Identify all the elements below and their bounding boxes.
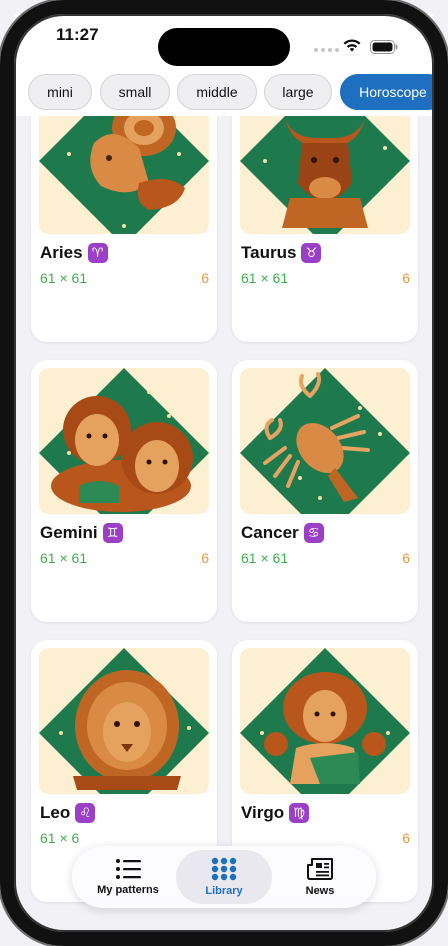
pattern-title: Taurus ♉ xyxy=(241,243,322,263)
pattern-grid: Aries ♈ 61 × 61 6 Taurus ♉ 61 × 61 6 Gem… xyxy=(14,116,434,932)
status-time: 11:27 xyxy=(56,25,99,44)
list-icon xyxy=(116,859,141,879)
pattern-thumbnail-taurus xyxy=(240,116,410,234)
gemini-zodiac-icon: ♊ xyxy=(102,523,123,543)
filter-chip-horoscope[interactable]: Horoscope xyxy=(340,74,434,110)
pattern-thumbnail-cancer xyxy=(240,368,410,514)
battery-icon xyxy=(370,40,398,54)
pattern-color-count: 6 xyxy=(402,830,410,846)
pattern-title: Leo ♌ xyxy=(40,803,96,823)
pattern-card-cancer[interactable]: Cancer ♋ 61 × 61 6 xyxy=(232,360,418,622)
virgo-zodiac-icon: ♍ xyxy=(289,803,310,823)
pattern-thumbnail-gemini xyxy=(39,368,209,514)
pattern-title: Virgo ♍ xyxy=(241,803,310,823)
pattern-name: Leo xyxy=(40,803,71,822)
pattern-name: Cancer xyxy=(241,523,299,542)
pattern-dimensions: 61 × 61 xyxy=(40,550,88,566)
pattern-title: Cancer ♋ xyxy=(241,523,324,543)
signal-icon xyxy=(314,48,339,52)
pattern-name: Aries xyxy=(40,243,83,262)
wifi-icon xyxy=(343,39,361,52)
pattern-name: Virgo xyxy=(241,803,285,822)
filter-chip-middle[interactable]: middle xyxy=(177,74,257,110)
dynamic-island xyxy=(158,28,290,66)
size-filter-bar: mini small middle large Horoscope xyxy=(14,72,434,116)
pattern-name: Gemini xyxy=(40,523,98,542)
pattern-color-count: 6 xyxy=(402,270,410,286)
tab-news[interactable]: News xyxy=(272,850,368,904)
pattern-thumbnail-aries xyxy=(39,116,209,234)
tab-label: News xyxy=(305,885,335,897)
pattern-thumbnail-leo xyxy=(39,648,209,794)
pattern-card-aries[interactable]: Aries ♈ 61 × 61 6 xyxy=(31,116,217,342)
pattern-name: Taurus xyxy=(241,243,297,262)
pattern-title: Gemini ♊ xyxy=(40,523,123,543)
pattern-color-count: 6 xyxy=(201,270,209,286)
tab-label: My patterns xyxy=(97,884,159,896)
filter-chip-mini[interactable]: mini xyxy=(28,74,92,110)
newspaper-icon xyxy=(307,858,333,880)
taurus-zodiac-icon: ♉ xyxy=(301,243,322,263)
pattern-thumbnail-virgo xyxy=(240,648,410,794)
pattern-dimensions: 61 × 61 xyxy=(40,270,88,286)
filter-chip-large[interactable]: large xyxy=(264,74,332,110)
pattern-color-count: 6 xyxy=(201,550,209,566)
leo-zodiac-icon: ♌ xyxy=(75,803,96,823)
pattern-dimensions: 61 × 61 xyxy=(241,550,289,566)
phone-screen: 11:27 mini small middle large Horoscope xyxy=(0,0,448,946)
aries-zodiac-icon: ♈ xyxy=(87,243,108,263)
filter-chip-small[interactable]: small xyxy=(100,74,170,110)
tab-label: Library xyxy=(205,885,243,897)
pattern-card-gemini[interactable]: Gemini ♊ 61 × 61 6 xyxy=(31,360,217,622)
tab-bar: My patterns Library News xyxy=(72,846,376,908)
pattern-card-taurus[interactable]: Taurus ♉ 61 × 61 6 xyxy=(232,116,418,342)
pattern-dimensions: 61 × 6 xyxy=(40,830,80,846)
grid-dots-icon xyxy=(211,857,237,881)
pattern-color-count: 6 xyxy=(402,550,410,566)
tab-my-patterns[interactable]: My patterns xyxy=(80,850,176,904)
pattern-title: Aries ♈ xyxy=(40,243,108,263)
cancer-zodiac-icon: ♋ xyxy=(303,523,324,543)
pattern-dimensions: 61 × 61 xyxy=(241,270,289,286)
tab-library[interactable]: Library xyxy=(176,850,272,904)
